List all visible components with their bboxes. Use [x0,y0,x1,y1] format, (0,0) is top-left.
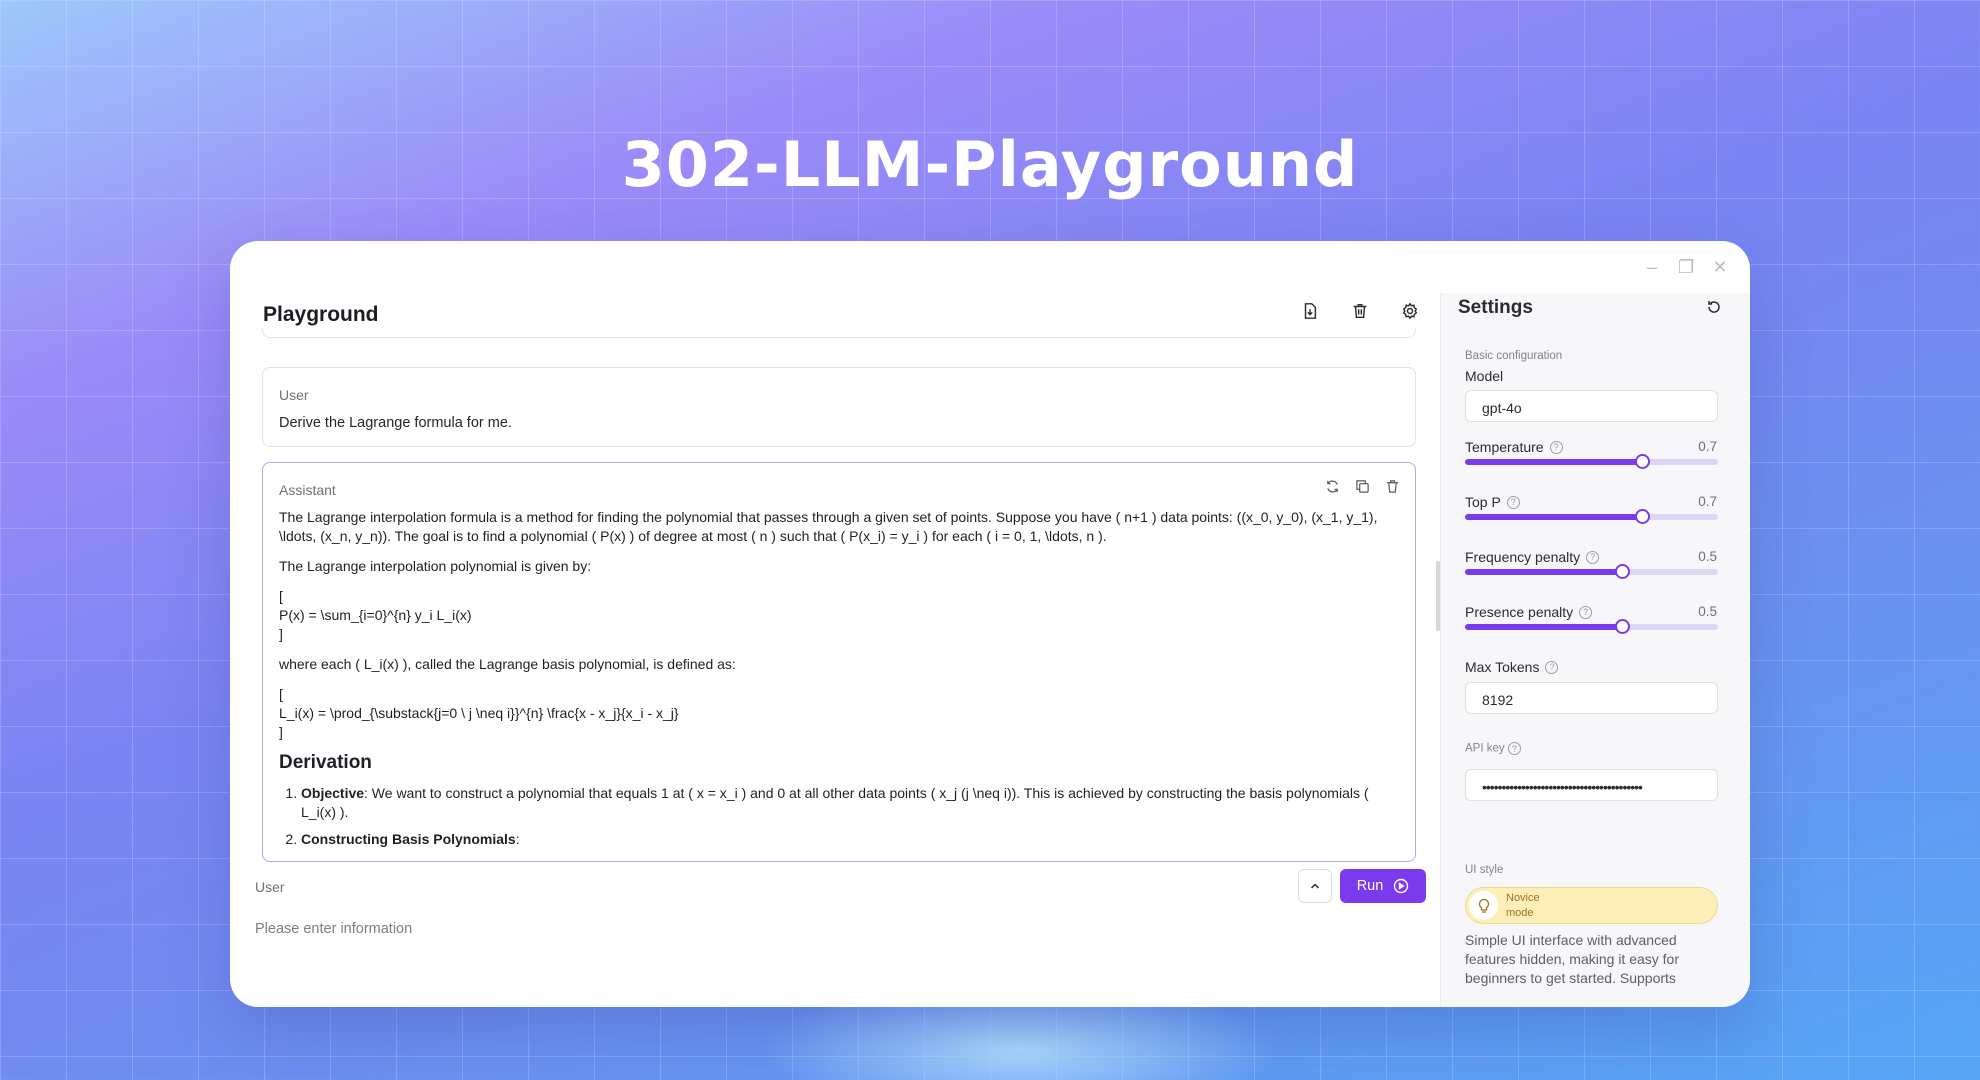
help-icon[interactable]: ? [1506,495,1520,509]
delete-icon[interactable] [1383,477,1401,495]
section-heading: Derivation [279,752,372,773]
ui-style-description: Simple UI interface with advanced featur… [1465,932,1680,986]
slider-handle[interactable] [1635,509,1651,524]
help-icon[interactable]: ? [1586,550,1600,564]
basic-config-section-label: Basic configuration [1465,350,1563,362]
top-p-label: Top P? [1465,494,1520,510]
message-role: Assistant [279,482,336,498]
equation: L_i(x) = \prod_{\substack{j=0 \ j \neq i… [279,705,679,721]
api-key-label: API key ? [1465,742,1521,755]
temperature-slider[interactable] [1465,454,1718,469]
slider-fill [1465,514,1643,520]
message-role: User [279,387,309,403]
derivation-list: Objective: We want to construct a polyno… [279,784,1399,849]
assistant-message-card: Assistant The Lagrange interpolation for… [262,462,1416,862]
help-icon[interactable]: ? [1579,605,1593,619]
regenerate-icon[interactable] [1323,477,1341,495]
presence-penalty-slider[interactable] [1465,619,1718,634]
slider-fill [1465,569,1622,575]
list-item-bold: Objective [301,785,365,801]
slider-handle[interactable] [1614,619,1630,634]
frequency-penalty-label: Frequency penalty? [1465,549,1600,565]
paragraph: The Lagrange interpolation polynomial is… [279,558,592,574]
minimize-icon[interactable]: – [1644,258,1660,276]
app-window: – ❐ ✕ Playground User Derive the Lagrang… [230,241,1750,1007]
list-item-bold: Constructing Basis Polynomials [301,831,516,847]
playground-panel: Playground User Derive the Lagrange form… [230,241,1440,1007]
max-tokens-field[interactable]: 8192 [1465,682,1718,714]
user-message-card: User Derive the Lagrange formula for me. [262,367,1416,447]
gear-icon[interactable] [1400,301,1420,321]
trash-icon[interactable] [1350,301,1370,321]
composer-role-label: User [255,879,285,895]
equation-open: [ [279,686,283,702]
help-icon[interactable]: ? [1545,660,1559,674]
ui-style-label: UI style [1465,864,1504,876]
slider-handle[interactable] [1614,564,1630,579]
top-p-slider[interactable] [1465,509,1718,524]
hero-title: 302-LLM-Playground [621,128,1359,201]
play-circle-icon [1394,878,1409,894]
reset-icon[interactable] [1706,299,1722,315]
window-controls: – ❐ ✕ [1644,258,1728,276]
playground-toolbar [1300,301,1420,321]
assistant-message-body: The Lagrange interpolation formula is a … [279,508,1399,857]
run-button[interactable]: Run [1340,869,1426,903]
paragraph: The Lagrange interpolation formula is a … [279,509,1378,544]
list-item: Constructing Basis Polynomials: [301,830,1399,849]
slider-fill [1465,624,1622,630]
chevron-up-icon [1310,883,1320,889]
collapse-button[interactable] [1298,869,1332,903]
equation-open: [ [279,588,283,604]
max-tokens-label: Max Tokens? [1465,659,1559,675]
lightbulb-icon [1469,891,1498,920]
equation-close: ] [279,626,283,642]
settings-title: Settings [1458,297,1533,318]
top-p-value: 0.7 [1698,494,1717,509]
list-item-text: : We want to construct a polynomial that… [301,785,1369,820]
equation-close: ] [279,724,283,740]
settings-panel: Settings Basic configuration Model gpt-4… [1440,293,1750,1007]
slider-fill [1465,459,1643,465]
run-button-label: Run [1356,878,1384,894]
copy-icon[interactable] [1353,477,1371,495]
model-label: Model [1465,368,1504,384]
close-icon[interactable]: ✕ [1712,258,1728,276]
list-item-text: : [515,831,520,847]
frequency-penalty-value: 0.5 [1698,549,1717,564]
frequency-penalty-slider[interactable] [1465,564,1718,579]
equation: P(x) = \sum_{i=0}^{n} y_i L_i(x) [279,607,472,623]
user-message-text: Derive the Lagrange formula for me. [279,415,512,431]
api-key-field[interactable]: ••••••••••••••••••••••••••••••••••••••••… [1465,769,1718,801]
page-title: Playground [263,303,379,326]
presence-penalty-label: Presence penalty? [1465,604,1593,620]
ui-style-mode: Novice mode [1506,892,1540,919]
temperature-label: Temperature? [1465,439,1563,455]
slider-handle[interactable] [1635,454,1651,469]
previous-message-card [262,328,1416,338]
help-icon[interactable]: ? [1507,742,1521,755]
paragraph: where each ( L_i(x) ), called the Lagran… [279,656,736,672]
list-item: Objective: We want to construct a polyno… [301,784,1399,822]
ui-style-toggle[interactable]: Novice mode [1465,887,1718,924]
help-icon[interactable]: ? [1549,440,1563,454]
restore-icon[interactable]: ❐ [1678,258,1694,276]
message-input[interactable]: Please enter information [255,921,412,937]
message-actions [1323,477,1401,495]
export-icon[interactable] [1300,301,1320,321]
presence-penalty-value: 0.5 [1698,604,1717,619]
temperature-value: 0.7 [1698,439,1717,454]
model-field[interactable]: gpt-4o [1465,390,1718,422]
